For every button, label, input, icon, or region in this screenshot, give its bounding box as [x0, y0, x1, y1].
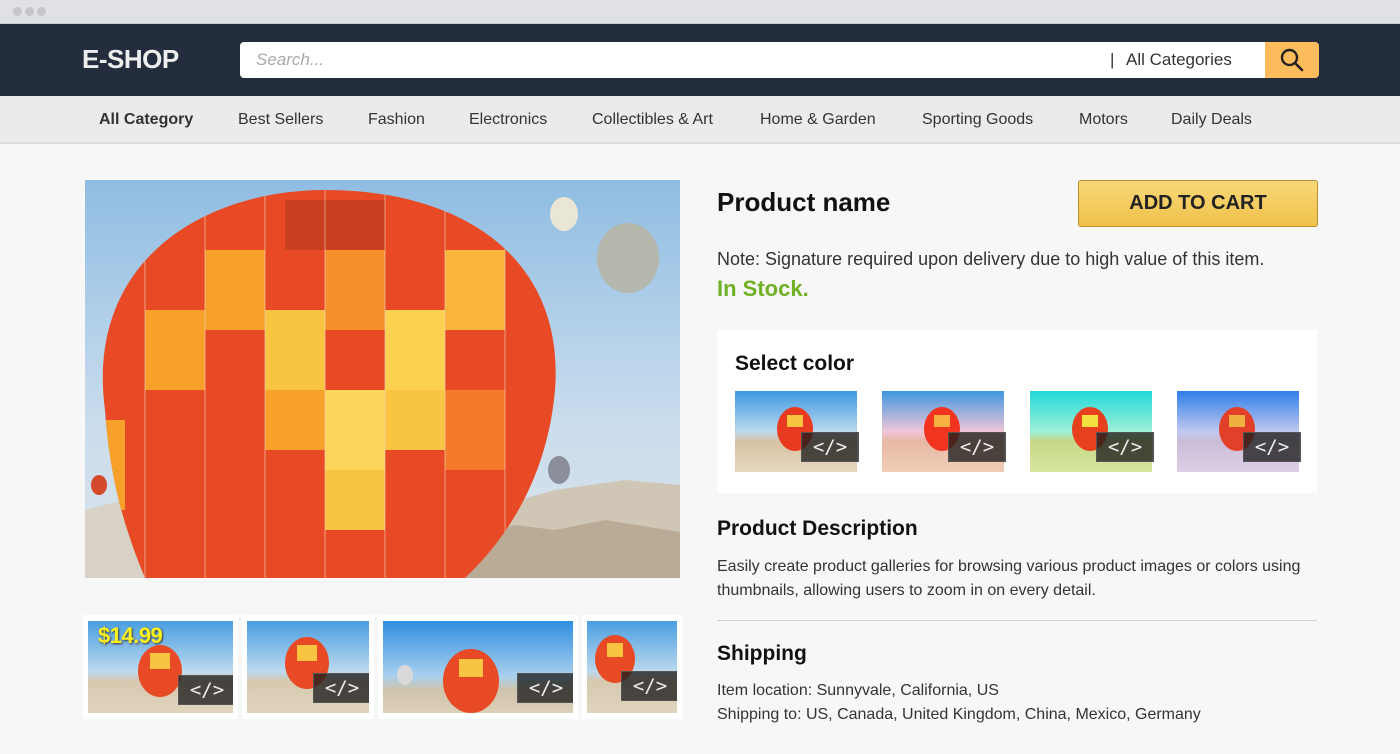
search-input[interactable]: [256, 42, 1076, 78]
search-button[interactable]: [1265, 42, 1319, 78]
category-separator: |: [1110, 50, 1115, 69]
description-title: Product Description: [717, 517, 918, 540]
search-bar: | All Categories: [240, 42, 1265, 78]
stock-status: In Stock.: [717, 276, 809, 301]
main-product-image[interactable]: [85, 180, 680, 578]
color-selector-title: Select color: [735, 352, 855, 375]
description-text: Easily create product galleries for brow…: [717, 558, 1301, 599]
balloon-photo: [85, 180, 680, 578]
site-header: E-SHOP | All Categories: [0, 24, 1400, 96]
nav-item-fashion[interactable]: Fashion: [368, 111, 425, 129]
nav-item-collectibles-art[interactable]: Collectibles & Art: [592, 111, 713, 129]
color-swatch-pink[interactable]: </>: [882, 391, 1006, 472]
code-icon: </>: [801, 432, 859, 462]
color-swatch-green[interactable]: </>: [1030, 391, 1154, 472]
search-icon: [1280, 48, 1304, 72]
window-close-button[interactable]: [13, 7, 22, 16]
category-nav: All Category Best Sellers Fashion Electr…: [0, 96, 1400, 144]
code-icon: </>: [1243, 432, 1301, 462]
code-icon: </>: [313, 673, 369, 703]
window-maximize-button[interactable]: [37, 7, 46, 16]
nav-item-electronics[interactable]: Electronics: [469, 111, 547, 129]
color-swatch-purple[interactable]: </>: [1177, 391, 1301, 472]
nav-item-motors[interactable]: Motors: [1079, 111, 1128, 129]
shipping-location: Item location: Sunnyvale, California, US: [717, 682, 999, 699]
nav-item-daily-deals[interactable]: Daily Deals: [1171, 111, 1252, 129]
shipping-destinations: Shipping to: US, Canada, United Kingdom,…: [717, 706, 1201, 723]
price-label: $14.99: [98, 623, 163, 648]
add-to-cart-button[interactable]: ADD TO CART: [1078, 180, 1318, 227]
nav-item-home-garden[interactable]: Home & Garden: [760, 111, 876, 129]
color-selector-panel: Select color </> </> </> </>: [717, 330, 1317, 493]
nav-item-all-category[interactable]: All Category: [99, 111, 193, 129]
code-icon: </>: [178, 675, 233, 705]
site-logo[interactable]: E-SHOP: [82, 44, 179, 75]
nav-item-best-sellers[interactable]: Best Sellers: [238, 111, 323, 129]
color-swatch-original[interactable]: </>: [735, 391, 859, 472]
thumbnail-4[interactable]: </>: [582, 615, 682, 719]
shipping-title: Shipping: [717, 642, 807, 665]
product-name: Product name: [717, 187, 891, 217]
code-icon: </>: [948, 432, 1006, 462]
thumbnail-3[interactable]: </>: [378, 615, 578, 719]
thumbnail-2[interactable]: </>: [242, 615, 374, 719]
thumbnail-1[interactable]: $14.99 </>: [83, 615, 238, 719]
section-divider: [717, 620, 1317, 621]
code-icon: </>: [1096, 432, 1154, 462]
code-icon: </>: [621, 671, 677, 701]
category-dropdown[interactable]: All Categories: [1126, 50, 1232, 70]
window-titlebar: [0, 0, 1400, 24]
delivery-note: Note: Signature required upon delivery d…: [717, 249, 1265, 269]
window-minimize-button[interactable]: [25, 7, 34, 16]
nav-item-sporting-goods[interactable]: Sporting Goods: [922, 111, 1033, 129]
code-icon: </>: [517, 673, 573, 703]
